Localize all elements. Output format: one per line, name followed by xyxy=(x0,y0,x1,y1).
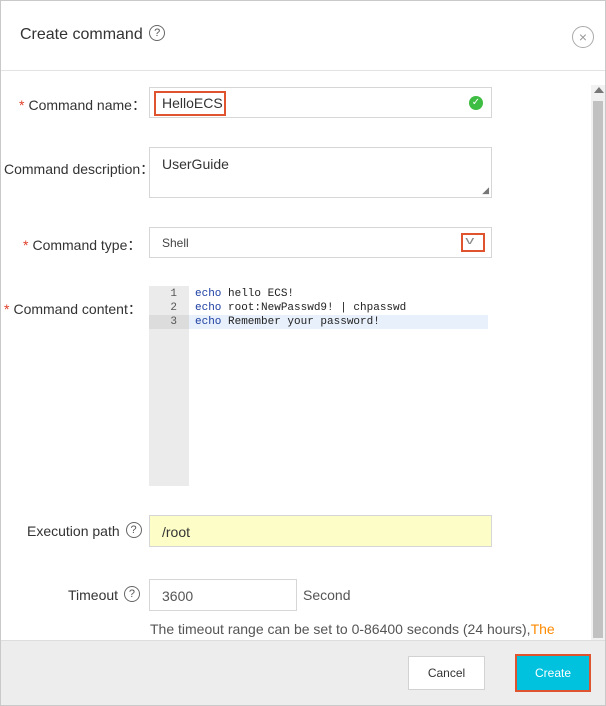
dialog-header: Create command ? × xyxy=(1,1,605,71)
code-keyword: echo xyxy=(195,302,222,314)
scrollbar-thumb[interactable] xyxy=(593,101,603,638)
line-number: 2 xyxy=(170,302,177,314)
line-number: 1 xyxy=(170,288,177,300)
command-name-highlight xyxy=(154,91,226,116)
required-mark: * xyxy=(4,301,10,317)
command-content-label: * Command content： xyxy=(4,299,142,319)
cancel-button[interactable]: Cancel xyxy=(408,656,485,690)
line-number: 3 xyxy=(170,316,177,328)
command-description-value: UserGuide xyxy=(162,156,229,172)
scroll-up-arrow-icon[interactable] xyxy=(594,87,604,93)
command-type-label-text: Command type： xyxy=(32,237,142,253)
timeout-hint: The timeout range can be set to 0-86400 … xyxy=(150,621,555,637)
help-icon[interactable]: ? xyxy=(123,586,140,603)
execution-path-label: Execution path ? xyxy=(27,522,142,540)
help-icon[interactable]: ? xyxy=(125,522,142,539)
command-description-textarea[interactable]: UserGuide ◢ xyxy=(149,147,492,198)
command-content-editor[interactable]: 1 echo hello ECS! 2 echo root:NewPasswd9… xyxy=(149,286,488,486)
resize-handle-icon[interactable]: ◢ xyxy=(482,185,489,196)
dialog-title-text: Create command xyxy=(20,26,143,43)
check-circle-icon: ✓ xyxy=(469,96,483,110)
required-mark: * xyxy=(19,97,25,113)
code-text: root:NewPasswd9! | chpasswd xyxy=(221,302,407,314)
code-keyword: echo xyxy=(195,316,222,328)
execution-path-input[interactable]: /root xyxy=(149,515,492,547)
command-content-label-text: Command content： xyxy=(13,301,142,317)
code-keyword: echo xyxy=(195,288,222,300)
timeout-hint-text: The timeout range can be set to 0-86400 … xyxy=(150,621,531,637)
command-type-select[interactable]: Shell xyxy=(149,227,492,258)
help-icon[interactable]: ? xyxy=(149,24,166,41)
code-text: Remember your password! xyxy=(221,316,380,328)
timeout-unit: Second xyxy=(303,587,351,603)
command-type-label: * Command type： xyxy=(23,235,141,255)
timeout-input[interactable]: 3600 xyxy=(149,579,297,611)
code-line: echo hello ECS! xyxy=(195,288,294,300)
dialog-title: Create command ? xyxy=(20,24,166,44)
create-button[interactable]: Create xyxy=(515,654,591,692)
code-line: echo Remember your password! xyxy=(195,316,380,328)
execution-path-label-text: Execution path xyxy=(27,523,120,539)
code-line: echo root:NewPasswd9! | chpasswd xyxy=(195,302,406,314)
command-name-label-text: Command name： xyxy=(28,97,146,113)
command-type-value: Shell xyxy=(162,236,189,250)
close-icon[interactable]: × xyxy=(572,26,594,48)
chevron-down-icon[interactable]: v xyxy=(465,235,474,247)
dialog-footer: Cancel Create xyxy=(1,640,605,705)
command-name-label: * Command name： xyxy=(19,95,146,115)
code-text: hello ECS! xyxy=(221,288,295,300)
command-description-label: Command description： xyxy=(4,161,155,177)
timeout-label-text: Timeout xyxy=(68,587,119,603)
create-command-dialog: Create command ? × * Command name： HelloE… xyxy=(0,0,606,706)
timeout-value: 3600 xyxy=(162,588,194,604)
timeout-label: Timeout ? xyxy=(68,586,140,604)
timeout-hint-link[interactable]: The xyxy=(531,621,555,637)
required-mark: * xyxy=(23,237,29,253)
execution-path-value: /root xyxy=(162,524,191,540)
